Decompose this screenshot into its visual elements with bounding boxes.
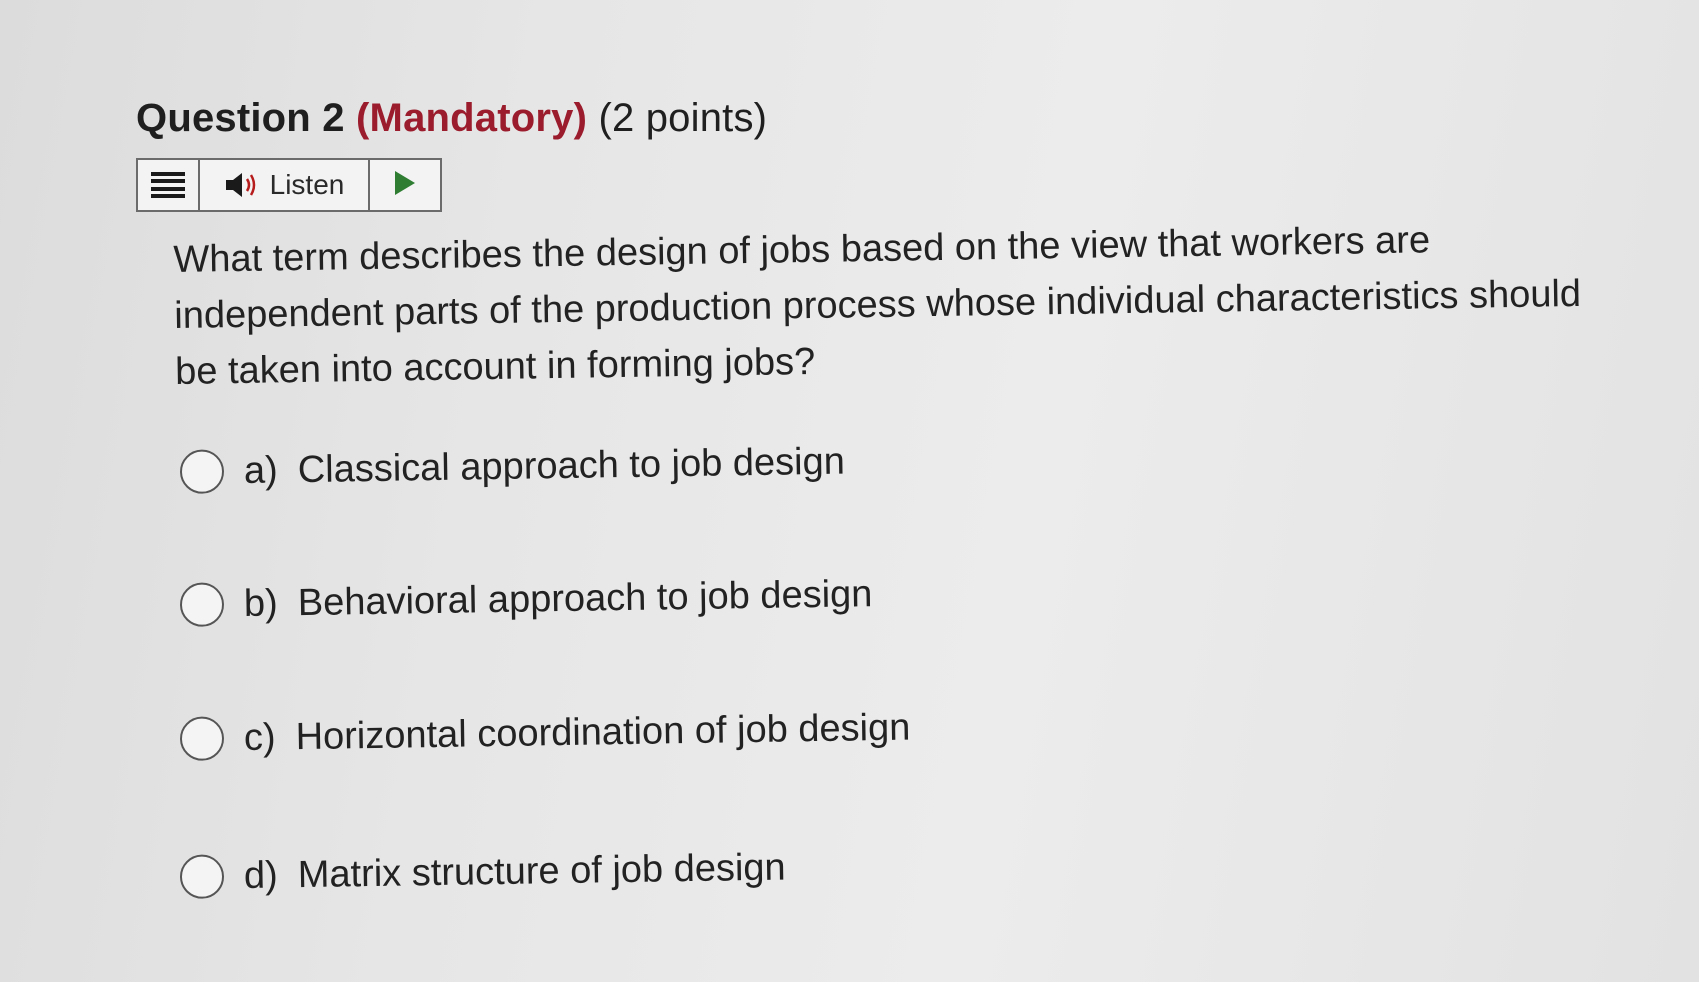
option-text: Classical approach to job design [297, 440, 846, 491]
radio-button[interactable] [179, 582, 225, 627]
mandatory-label: (Mandatory) [356, 96, 588, 140]
hamburger-menu-icon [151, 172, 185, 198]
option-text: Behavioral approach to job design [297, 572, 873, 624]
option-b[interactable]: b) Behavioral approach to job design [179, 572, 873, 627]
option-letter: b) [243, 581, 279, 625]
listen-menu-button[interactable] [138, 160, 200, 210]
listen-label: Listen [269, 169, 345, 200]
question-title: Question 2 [136, 96, 345, 140]
question-text: What term describes the design of jobs b… [173, 219, 1582, 393]
points-label: (2 points) [598, 96, 768, 140]
question-header: Question 2 (Mandatory) (2 points) [136, 96, 767, 141]
listen-toolbar: Listen [136, 158, 442, 212]
option-text: Horizontal coordination of job design [295, 706, 911, 758]
radio-button[interactable] [179, 449, 225, 494]
option-c[interactable]: c) Horizontal coordination of job design [179, 706, 911, 761]
option-a[interactable]: a) Classical approach to job design [179, 440, 846, 494]
option-letter: d) [243, 853, 279, 897]
radio-button[interactable] [179, 716, 225, 761]
speaker-icon [224, 170, 260, 200]
play-icon [393, 170, 417, 201]
option-letter: a) [243, 448, 279, 492]
listen-button[interactable]: Listen [200, 160, 370, 210]
option-d[interactable]: d) Matrix structure of job design [179, 845, 786, 899]
radio-button[interactable] [179, 854, 225, 899]
play-button[interactable] [370, 160, 440, 210]
quiz-page: Question 2 (Mandatory) (2 points) Listen [0, 0, 1699, 982]
option-letter: c) [243, 716, 276, 759]
option-text: Matrix structure of job design [297, 845, 786, 896]
